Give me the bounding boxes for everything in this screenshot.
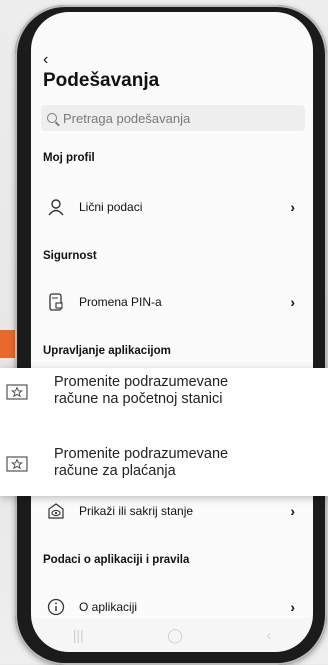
section-heading-app-management: Upravljanje aplikacijom	[43, 345, 171, 357]
search-placeholder: Pretraga podešavanja	[63, 110, 191, 126]
page-title: Podešavanja	[43, 70, 160, 91]
star-card-icon	[6, 456, 28, 472]
section-heading-profile: Moj profil	[43, 152, 95, 164]
chevron-right-icon: ›	[290, 199, 295, 215]
info-icon	[47, 598, 65, 616]
tip-line: Promenite podrazumevane	[54, 446, 229, 462]
row-label: Promena PIN-a	[79, 295, 162, 309]
settings-screen: ‹ Podešavanja Pretraga podešavanja Moj p…	[31, 12, 313, 652]
tip-line: račune na početnoj stanici	[54, 391, 223, 407]
system-nav-bar: ||| ◯ ‹	[31, 618, 313, 652]
chevron-right-icon: ›	[290, 294, 295, 310]
row-pin-change[interactable]: Promena PIN-a ›	[31, 282, 313, 322]
person-icon	[48, 199, 64, 216]
tip-home-accounts[interactable]: Promenite podrazumevane račune na početn…	[0, 372, 328, 432]
pin-card-icon	[49, 293, 63, 311]
home-icon[interactable]: ◯	[167, 627, 183, 644]
row-label: Lični podaci	[79, 200, 143, 214]
eye-icon	[48, 503, 64, 519]
row-label: Prikaži ili sakrij stanje	[79, 504, 194, 518]
tip-line: Promenite podrazumevane	[54, 374, 229, 390]
row-personal-data[interactable]: Lični podaci ›	[31, 187, 313, 227]
search-icon	[47, 113, 57, 123]
back-nav-icon[interactable]: ‹	[267, 627, 272, 643]
row-label: O aplikaciji	[79, 600, 138, 614]
chevron-right-icon: ›	[290, 503, 295, 519]
chevron-right-icon: ›	[290, 599, 295, 615]
accent-stripe	[0, 330, 16, 358]
section-heading-security: Sigurnost	[43, 250, 97, 262]
tip-text: Promenite podrazumevane račune na početn…	[54, 374, 314, 408]
star-card-icon	[6, 384, 28, 400]
recents-icon[interactable]: |||	[73, 627, 84, 643]
search-input[interactable]: Pretraga podešavanja	[41, 105, 305, 131]
tip-line: račune za plaćanja	[54, 463, 176, 479]
tip-payment-accounts[interactable]: Promenite podrazumevane račune za plaćan…	[0, 444, 328, 504]
section-heading-app-info: Podaci o aplikaciji i pravila	[43, 554, 190, 566]
tip-text: Promenite podrazumevane račune za plaćan…	[54, 446, 314, 480]
back-button[interactable]: ‹	[43, 52, 48, 68]
tooltip-overlay: Promenite podrazumevane račune na početn…	[0, 368, 328, 496]
